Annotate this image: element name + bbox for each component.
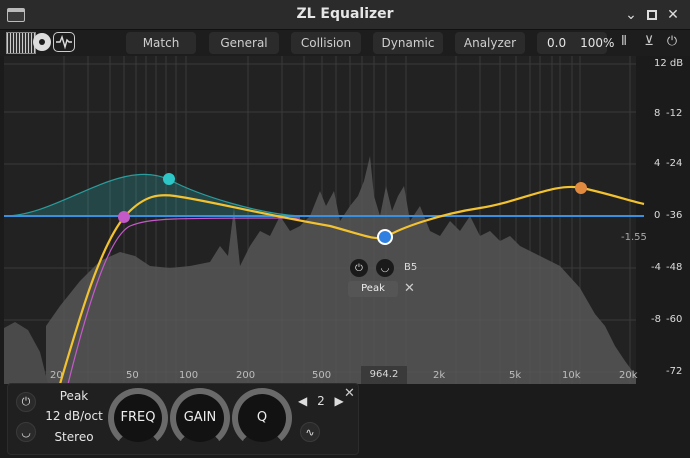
band-power-button[interactable]: ⏻: [16, 392, 36, 412]
square-icon: [647, 10, 657, 20]
band-remove-button[interactable]: ✕: [404, 281, 415, 296]
db-label-right: -60: [666, 314, 683, 325]
band-name: B5: [404, 262, 418, 273]
zl-logo: [6, 32, 36, 54]
db-label-right: -12: [666, 108, 683, 119]
band-node-blue: [377, 229, 393, 245]
chevron-down-icon: ⌄: [625, 7, 637, 23]
close-icon: ✕: [404, 281, 415, 296]
output-gain-value: 0.0: [547, 36, 567, 50]
freq-label: 200: [236, 370, 256, 381]
knob-label: FREQ: [120, 410, 156, 425]
window-title: ZL Equalizer: [296, 6, 394, 22]
next-band-button[interactable]: ▶: [335, 394, 344, 408]
freq-label: 500: [312, 370, 332, 381]
knob-label: GAIN: [183, 410, 217, 425]
db-label-right: -48: [666, 262, 683, 273]
close-icon: ✕: [667, 7, 679, 23]
tab-general[interactable]: General: [209, 32, 279, 54]
band-node-magenta: [118, 211, 130, 223]
freq-label: 5k: [509, 370, 522, 381]
freq-label: 2k: [433, 370, 446, 381]
stereo-mode-value[interactable]: Stereo: [42, 430, 106, 444]
band-index: 2: [317, 394, 325, 408]
tab-analyzer[interactable]: Analyzer: [455, 32, 525, 54]
db-label-left: 0: [654, 210, 661, 221]
gain-readout: -1.55: [621, 232, 647, 243]
title-bar: ZL Equalizer ⌄ ✕: [0, 0, 690, 30]
db-label-left: 8: [654, 108, 661, 119]
disc-icon[interactable]: [33, 33, 51, 51]
maximize-button[interactable]: [643, 6, 661, 24]
band-node-cyan: [163, 173, 175, 185]
band-stepper: ◀ 2 ▶: [298, 394, 350, 408]
freq-label: 10k: [562, 370, 581, 381]
db-label-left: 4: [654, 158, 661, 169]
scale-value: 100%: [580, 36, 615, 50]
power-icon: ⏻: [21, 395, 31, 408]
band-node-orange: [575, 182, 587, 194]
tab-match[interactable]: Match: [126, 32, 196, 54]
slope-value[interactable]: 12 dB/oct: [42, 409, 106, 423]
minimize-button[interactable]: ⌄: [622, 6, 640, 24]
knob-label: Q: [256, 410, 268, 425]
filter-type-value[interactable]: Peak: [42, 389, 106, 403]
freq-label: 20k: [619, 370, 638, 381]
close-button[interactable]: ✕: [664, 6, 682, 24]
headphones-icon: ◡: [21, 425, 31, 439]
db-label-left: -8: [651, 314, 661, 325]
prev-band-button[interactable]: ◀: [298, 394, 307, 408]
tab-collision[interactable]: Collision: [291, 32, 361, 54]
db-label-right: -72: [666, 366, 683, 377]
freq-label: 100: [179, 370, 199, 381]
waveform-icon[interactable]: [53, 32, 75, 52]
band-panel: ⏻ ◡ Peak 12 dB/oct Stereo FREQ GAIN Q ◀ …: [7, 383, 359, 455]
headphones-icon: ◡: [380, 262, 390, 274]
freq-knob[interactable]: FREQ: [108, 388, 168, 448]
freq-label: 50: [126, 370, 139, 381]
q-knob[interactable]: Q: [232, 388, 292, 448]
solo-icon[interactable]: ⫴: [616, 34, 632, 52]
toolbar: Match General Collision Dynamic Analyzer…: [0, 30, 690, 56]
db-label-right: -24: [666, 158, 683, 169]
band-solo-button[interactable]: ◡: [376, 259, 394, 277]
band-listen-button[interactable]: ◡: [16, 422, 36, 442]
freq-label: 20: [50, 370, 63, 381]
filter-type-select[interactable]: Peak: [348, 281, 398, 297]
power-icon: ⏻: [355, 262, 363, 274]
band-bypass-button[interactable]: ⏻: [350, 259, 368, 277]
output-gain-field[interactable]: 0.0 100%: [537, 32, 614, 54]
power-icon[interactable]: ⏻: [664, 34, 680, 52]
db-label-left: -4: [651, 262, 661, 273]
panel-close-button[interactable]: ✕: [344, 386, 355, 401]
gain-knob[interactable]: GAIN: [170, 388, 230, 448]
sidechain-icon[interactable]: ⊻: [641, 34, 657, 52]
tab-dynamic[interactable]: Dynamic: [373, 32, 443, 54]
wave-icon: ∿: [305, 425, 315, 439]
band-popup: ⏻ ◡ B5 Peak ✕: [346, 259, 422, 299]
frequency-readout: 964.2: [361, 366, 407, 384]
dynamic-toggle[interactable]: ∿: [300, 422, 320, 442]
db-label-right: -36: [666, 210, 683, 221]
db-label-left: 12 dB: [654, 58, 684, 69]
close-icon: ✕: [344, 386, 355, 401]
